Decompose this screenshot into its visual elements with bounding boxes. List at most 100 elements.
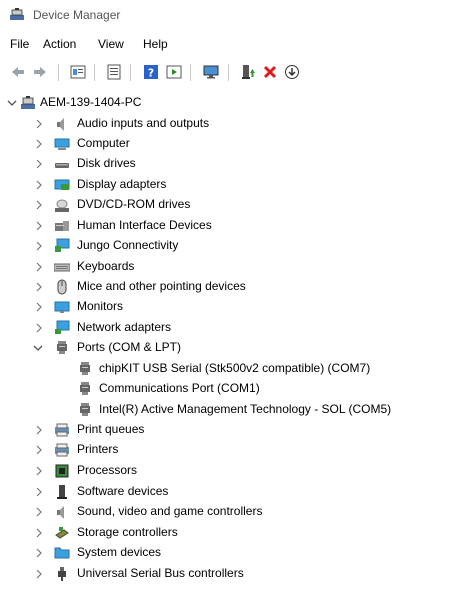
print-queue-icon [55,423,69,437]
window-title: Device Manager [33,8,121,22]
run-icon[interactable] [166,64,182,80]
category-label: Print queues [77,422,145,436]
sound-icon [57,506,64,519]
chevron-right-icon[interactable] [34,546,44,560]
scan-hardware-icon[interactable] [284,64,300,80]
tree-item-usb[interactable]: Universal Serial Bus controllers [0,564,457,584]
menu-action[interactable]: Action [43,37,76,51]
port-icon [80,362,90,375]
forward-arrow-icon[interactable] [32,64,48,80]
chevron-down-icon[interactable] [7,96,17,110]
update-driver-icon[interactable] [240,64,256,80]
port-icon [80,382,90,395]
toolbar-separator [190,64,191,81]
computer-icon [54,138,70,150]
chevron-right-icon[interactable] [34,464,44,478]
tree-item-disk-drives[interactable]: Disk drives [0,154,457,174]
title-bar: Device Manager [0,0,457,30]
category-label: Audio inputs and outputs [77,116,210,130]
chevron-right-icon[interactable] [34,178,44,192]
category-label: Computer [77,136,130,150]
tree-device-chipkit[interactable]: chipKIT USB Serial (Stk500v2 compatible)… [0,359,457,379]
category-label: Monitors [77,299,124,313]
category-label: Jungo Connectivity [77,238,179,252]
chevron-down-icon[interactable] [33,341,43,355]
software-device-icon [57,485,67,499]
category-label: Printers [77,442,119,456]
category-label: DVD/CD-ROM drives [77,197,191,211]
properties-icon[interactable] [70,64,86,80]
device-label: Intel(R) Active Management Technology - … [99,402,392,416]
back-arrow-icon[interactable] [10,64,26,80]
chevron-right-icon[interactable] [34,526,44,540]
system-device-icon [54,547,70,559]
tree-item-network-adapters[interactable]: Network adapters [0,318,457,338]
storage-controller-icon [55,527,69,539]
tree-item-print-queues[interactable]: Print queues [0,420,457,440]
tree-item-display-adapters[interactable]: Display adapters [0,175,457,195]
chevron-right-icon[interactable] [34,219,44,233]
uninstall-icon[interactable] [262,64,278,80]
view-icon[interactable] [106,64,122,80]
menu-view[interactable]: View [98,37,124,51]
category-label: Sound, video and game controllers [77,504,263,518]
tree-item-system-devices[interactable]: System devices [0,543,457,563]
category-label: Human Interface Devices [77,218,212,232]
chevron-right-icon[interactable] [34,198,44,212]
tree-item-hid[interactable]: Human Interface Devices [0,216,457,236]
display-adapter-icon [54,179,70,190]
tree-item-storage-controllers[interactable]: Storage controllers [0,523,457,543]
toolbar-separator [58,64,59,81]
port-icon [80,403,90,416]
help-icon[interactable]: ? [143,64,159,80]
category-label: Storage controllers [77,525,178,539]
tree-item-processors[interactable]: Processors [0,461,457,481]
menu-file[interactable]: File [10,37,29,51]
tree-item-keyboards[interactable]: Keyboards [0,257,457,277]
tree-item-ports[interactable]: Ports (COM & LPT) [0,338,457,358]
network-adapter-icon [55,320,70,334]
tree-item-jungo[interactable]: Jungo Connectivity [0,236,457,256]
chevron-right-icon[interactable] [34,157,44,171]
computer-root-icon [21,96,35,109]
menu-help[interactable]: Help [143,37,168,51]
toolbar-separator [130,64,131,81]
device-manager-icon [10,8,24,20]
chevron-right-icon[interactable] [34,423,44,437]
tree-item-mice[interactable]: Mice and other pointing devices [0,277,457,297]
category-label: Ports (COM & LPT) [77,340,182,354]
chevron-right-icon[interactable] [34,260,44,274]
tree-device-com1[interactable]: Communications Port (COM1) [0,379,457,399]
disk-drive-icon [55,163,69,168]
chevron-right-icon[interactable] [34,321,44,335]
usb-icon [58,567,66,581]
category-label: Display adapters [77,177,167,191]
tree-item-software-devices[interactable]: Software devices [0,482,457,502]
tree-device-intel-sol[interactable]: Intel(R) Active Management Technology - … [0,400,457,420]
chevron-right-icon[interactable] [34,239,44,253]
tree-item-sound[interactable]: Sound, video and game controllers [0,502,457,522]
tree-item-dvd-drives[interactable]: DVD/CD-ROM drives [0,195,457,215]
tree-item-monitors[interactable]: Monitors [0,297,457,317]
tree-root[interactable]: AEM-139-1404-PC [0,93,457,113]
chevron-right-icon[interactable] [34,137,44,151]
processor-icon [55,464,69,478]
category-label: Universal Serial Bus controllers [77,566,244,580]
tree-item-printers[interactable]: Printers [0,440,457,460]
printer-icon [55,443,69,457]
tree-item-computer[interactable]: Computer [0,134,457,154]
chevron-right-icon[interactable] [34,485,44,499]
chevron-right-icon[interactable] [34,280,44,294]
chevron-right-icon[interactable] [34,505,44,519]
chevron-right-icon[interactable] [34,567,44,581]
dvd-drive-icon [55,199,69,212]
category-label: Network adapters [77,320,172,334]
jungo-icon [55,238,70,252]
tree-item-audio[interactable]: Audio inputs and outputs [0,114,457,134]
monitor-icon[interactable] [203,64,219,80]
chevron-right-icon[interactable] [34,300,44,314]
category-label: Mice and other pointing devices [77,279,246,293]
chevron-right-icon[interactable] [34,117,44,131]
speaker-icon [57,118,64,131]
chevron-right-icon[interactable] [34,443,44,457]
